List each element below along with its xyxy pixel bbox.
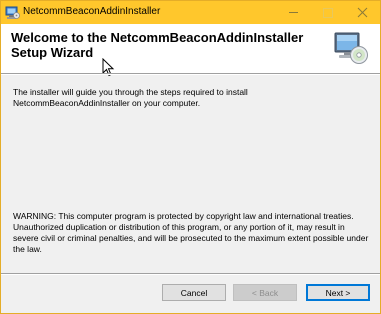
wizard-header: Welcome to the NetcommBeaconAddinInstall… [1,24,380,77]
close-icon [357,7,368,18]
back-button[interactable]: < Back [233,284,297,301]
computer-setup-icon [333,30,369,66]
wizard-title: Welcome to the NetcommBeaconAddinInstall… [11,30,304,60]
maximize-icon [323,8,333,18]
mouse-cursor-icon [102,57,115,78]
intro-text: The installer will guide you through the… [13,87,248,108]
next-button[interactable]: Next > [306,284,370,301]
close-button[interactable] [346,1,380,24]
minimize-icon [289,12,298,13]
minimize-button[interactable] [277,1,311,24]
maximize-button[interactable] [311,1,345,24]
installer-app-icon [5,5,20,20]
title-bar[interactable]: NetcommBeaconAddinInstaller [1,1,380,24]
copyright-warning: WARNING: This computer program is protec… [13,211,369,254]
cancel-button[interactable]: Cancel [162,284,226,301]
installer-window: NetcommBeaconAddinInstaller Welcome to t… [0,0,381,314]
window-title: NetcommBeaconAddinInstaller [23,6,161,17]
